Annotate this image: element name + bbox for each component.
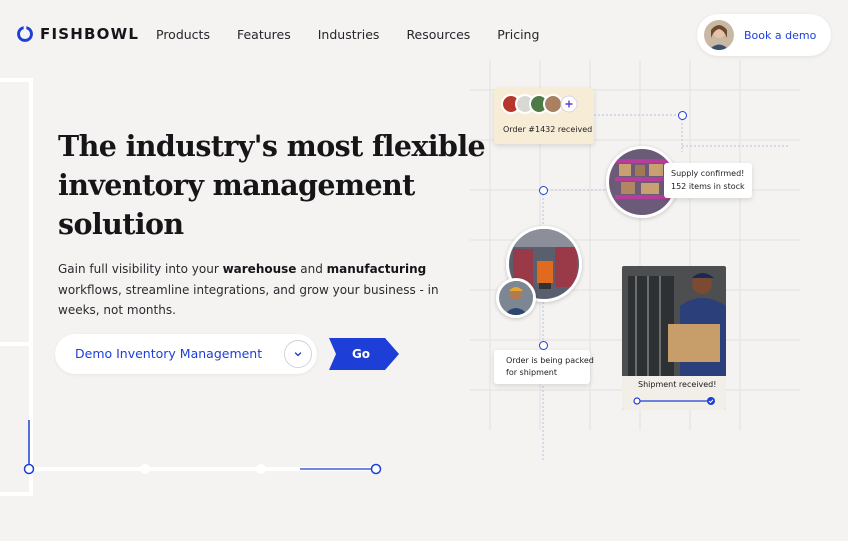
order-packing-card: Order is being packed for shipment xyxy=(494,350,594,384)
hero-description: Gain full visibility into your warehouse… xyxy=(58,259,439,321)
order-received-text: Order #1432 received xyxy=(503,125,593,134)
nav-pricing[interactable]: Pricing xyxy=(497,27,539,42)
demo-type-value: Demo Inventory Management xyxy=(75,346,263,361)
fishbowl-logo[interactable]: FISHBOWL xyxy=(16,25,139,43)
nav-features[interactable]: Features xyxy=(237,27,291,42)
demo-type-select[interactable]: Demo Inventory Management xyxy=(55,334,317,374)
sub-text-line-2: workflows, streamline integrations, and … xyxy=(58,282,439,297)
fishbowl-logo-icon xyxy=(17,25,33,42)
order-received-card: Order #1432 received xyxy=(494,88,594,144)
decor-rail-vertical-1 xyxy=(29,78,33,346)
supply-confirmed-card: Supply confirmed! 152 items in stock xyxy=(664,163,752,198)
worker-photo xyxy=(496,278,536,318)
sub-text-1a: Gain full visibility into your xyxy=(58,262,223,276)
path-node xyxy=(678,111,687,120)
brand-name: FISHBOWL xyxy=(40,25,140,43)
sub-text-manufacturing: manufacturing xyxy=(326,262,427,276)
packing-text-1: Order is being packed xyxy=(506,356,594,365)
workflow-illustration: Order #1432 received Supply confirmed! 1… xyxy=(470,60,848,480)
packing-text-2: for shipment xyxy=(506,368,558,377)
stock-count-text: 152 items in stock xyxy=(671,182,745,191)
shipment-received-text: Shipment received! xyxy=(638,380,717,389)
sub-text-line-3: weeks, not months. xyxy=(58,303,176,317)
shipment-progress xyxy=(633,397,715,405)
page-title: The industry's most flexible inventory m… xyxy=(58,127,486,244)
delivery-photo: Shipment received! xyxy=(622,266,726,410)
book-demo-button[interactable]: Book a demo xyxy=(697,14,831,56)
headline-line-3: solution xyxy=(58,207,184,241)
nav-industries[interactable]: Industries xyxy=(318,27,380,42)
headline-line-1: The industry's most flexible xyxy=(58,129,486,163)
sub-text-1c: and xyxy=(296,262,327,276)
supply-confirmed-text: Supply confirmed! xyxy=(671,169,745,178)
nav-resources[interactable]: Resources xyxy=(406,27,470,42)
avatar xyxy=(704,20,734,50)
decor-rail-bottom xyxy=(0,492,33,496)
main-menu: Products Features Industries Resources P… xyxy=(156,27,566,42)
go-label: Go xyxy=(351,347,371,361)
path-node xyxy=(539,186,548,195)
plus-icon xyxy=(565,100,573,108)
path-node xyxy=(539,341,548,350)
go-button[interactable]: Go xyxy=(329,338,399,370)
headline-line-2: inventory management xyxy=(58,168,415,202)
sub-text-warehouse: warehouse xyxy=(222,262,297,276)
progress-track-decor xyxy=(23,420,382,475)
nav-products[interactable]: Products xyxy=(156,27,210,42)
chevron-down-icon[interactable] xyxy=(284,340,312,368)
book-demo-label: Book a demo xyxy=(744,28,817,42)
